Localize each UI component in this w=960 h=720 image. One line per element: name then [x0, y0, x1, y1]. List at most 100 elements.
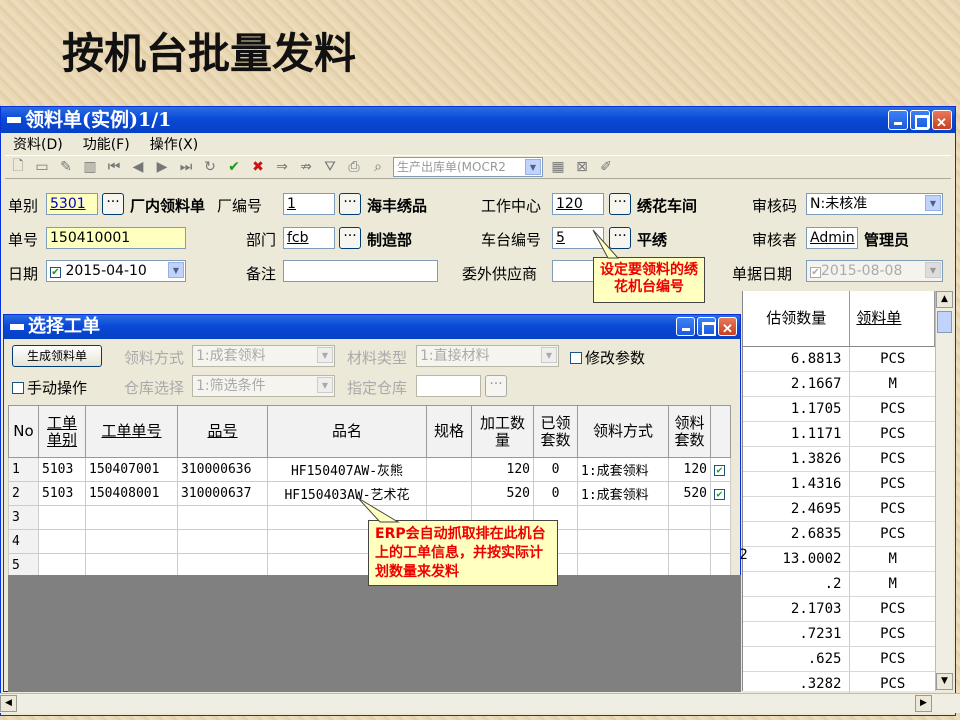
confirm-check-icon[interactable]: ✔	[225, 159, 243, 175]
manual-checkbox[interactable]: 手动操作	[12, 377, 87, 398]
col-unit[interactable]: 领料单	[850, 291, 935, 346]
unit-cell[interactable]: PCS	[850, 497, 935, 521]
unit-cell[interactable]: M	[850, 547, 935, 571]
cell-type[interactable]: 5103	[38, 457, 86, 482]
cell-method[interactable]	[577, 553, 669, 578]
generate-requisition-button[interactable]: 生成领料单	[12, 345, 102, 367]
cell-sets[interactable]: 120	[668, 457, 711, 482]
cell-order[interactable]	[85, 553, 178, 578]
grid-row[interactable]: 1.4316 PCS	[743, 472, 935, 497]
scroll-left-icon[interactable]: ◀	[0, 695, 17, 712]
select-cell[interactable]	[710, 505, 731, 530]
maximize-button[interactable]	[910, 110, 930, 130]
excel-icon[interactable]: ⊠	[573, 159, 591, 175]
estimated-qty-cell[interactable]: 2.1667	[743, 372, 851, 396]
dan-bie-lookup-button[interactable]: ···	[102, 193, 124, 215]
estimated-qty-cell[interactable]: 2.1703	[743, 597, 851, 621]
cell-received[interactable]: 0	[533, 481, 578, 506]
cell-item[interactable]: 310000636	[177, 457, 268, 482]
unit-cell[interactable]: PCS	[850, 397, 935, 421]
grid-row[interactable]: .625 PCS	[743, 647, 935, 672]
audit-code-select[interactable]: N:未核准 ▼	[806, 193, 943, 215]
prev-record-icon[interactable]: ◀	[129, 159, 147, 175]
cell-method[interactable]: 1:成套领料	[577, 457, 669, 482]
scroll-right-icon[interactable]: ▶	[915, 695, 932, 712]
select-cell[interactable]	[710, 529, 731, 554]
horizontal-scrollbar[interactable]: ◀ ▶	[0, 693, 960, 713]
cell-no[interactable]: 5	[8, 553, 39, 578]
estimated-qty-cell[interactable]: 6.8813	[743, 347, 851, 371]
row-checkbox[interactable]: ✔	[714, 465, 725, 476]
chevron-down-icon[interactable]: ▼	[925, 195, 941, 211]
cell-method[interactable]	[577, 529, 669, 554]
open-folder-icon[interactable]: ▭	[33, 159, 51, 175]
chevron-down-icon[interactable]: ▼	[168, 262, 184, 278]
estimated-qty-cell[interactable]: .625	[743, 647, 851, 671]
cell-order[interactable]: 150407001	[85, 457, 178, 482]
cell-received[interactable]: 0	[533, 457, 578, 482]
estimated-qty-cell[interactable]: 2.6835	[743, 522, 851, 546]
grid-row[interactable]: 13.0002 M	[743, 547, 935, 572]
unit-cell[interactable]: PCS	[850, 597, 935, 621]
col-spec[interactable]: 规格	[426, 405, 472, 458]
filter-icon[interactable]: ⛛	[321, 159, 339, 175]
cell-name[interactable]: HF150407AW-灰熊	[267, 457, 427, 482]
col-select[interactable]	[710, 405, 731, 458]
dept-lookup-button[interactable]: ···	[339, 227, 361, 249]
cell-type[interactable]	[38, 553, 86, 578]
date-checkbox[interactable]: ✔	[50, 267, 61, 278]
dialog-close-button[interactable]	[718, 317, 737, 342]
col-received-sets[interactable]: 已领套数	[533, 405, 578, 458]
col-sets[interactable]: 领料套数	[668, 405, 711, 458]
col-order-number[interactable]: 工单单号	[85, 405, 178, 458]
factory-lookup-button[interactable]: ···	[339, 193, 361, 215]
select-cell[interactable]: ✔	[710, 481, 731, 506]
checkbox-box[interactable]	[12, 382, 24, 394]
vertical-scrollbar[interactable]: ▲ ▼	[935, 291, 953, 691]
modify-params-checkbox[interactable]: 修改参数	[570, 347, 645, 368]
dialog-minimize-button[interactable]	[676, 317, 695, 336]
col-item-name[interactable]: 品名	[267, 405, 427, 458]
select-cell[interactable]	[710, 553, 731, 578]
report-select[interactable]: 生产出库单(MOCR2 ▼	[393, 157, 543, 177]
select-cell[interactable]: ✔	[710, 457, 731, 482]
window-titlebar[interactable]: 领料单(实例)1/1	[1, 107, 955, 137]
approve-icon[interactable]: ⇒	[273, 159, 291, 175]
minimize-button[interactable]	[888, 110, 908, 130]
unit-cell[interactable]: PCS	[850, 622, 935, 646]
edit-icon[interactable]: ✎	[57, 159, 75, 175]
col-process-qty[interactable]: 加工数量	[471, 405, 534, 458]
cell-item[interactable]	[177, 529, 268, 554]
estimated-qty-cell[interactable]: 1.1171	[743, 422, 851, 446]
scroll-down-icon[interactable]: ▼	[936, 673, 953, 690]
cell-order[interactable]: 150408001	[85, 481, 178, 506]
cell-qty[interactable]: 120	[471, 457, 534, 482]
first-record-icon[interactable]: ⏮	[105, 159, 123, 175]
scroll-up-icon[interactable]: ▲	[936, 291, 953, 308]
unit-cell[interactable]: PCS	[850, 647, 935, 671]
cancel-x-icon[interactable]: ✖	[249, 159, 267, 175]
cell-qty[interactable]: 520	[471, 481, 534, 506]
dialog-titlebar[interactable]: 选择工单	[4, 315, 740, 342]
cell-spec[interactable]	[426, 481, 472, 506]
cell-type[interactable]	[38, 529, 86, 554]
estimated-qty-cell[interactable]: 1.4316	[743, 472, 851, 496]
unit-cell[interactable]: PCS	[850, 447, 935, 471]
cell-no[interactable]: 2	[8, 481, 39, 506]
cell-item[interactable]	[177, 505, 268, 530]
menu-data[interactable]: 资料(D)	[13, 134, 63, 154]
cell-type[interactable]: 5103	[38, 481, 86, 506]
estimated-qty-cell[interactable]: 1.3826	[743, 447, 851, 471]
cell-sets[interactable]	[668, 553, 711, 578]
work-center-field[interactable]: 120	[552, 193, 604, 215]
estimated-qty-cell[interactable]: 1.1705	[743, 397, 851, 421]
date-field[interactable]: ✔ 2015-04-10 ▼	[46, 260, 186, 282]
table-row[interactable]: 1 5103 150407001 310000636 HF150407AW-灰熊 120 0…	[8, 457, 731, 482]
grid-row[interactable]: 2.6835 PCS	[743, 522, 935, 547]
unit-cell[interactable]: PCS	[850, 472, 935, 496]
factory-field[interactable]: 1	[283, 193, 335, 215]
dialog-maximize-button[interactable]	[697, 317, 716, 336]
remark-field[interactable]	[283, 260, 438, 282]
cell-sets[interactable]: 520	[668, 481, 711, 506]
grid-row[interactable]: 2.1667 M	[743, 372, 935, 397]
